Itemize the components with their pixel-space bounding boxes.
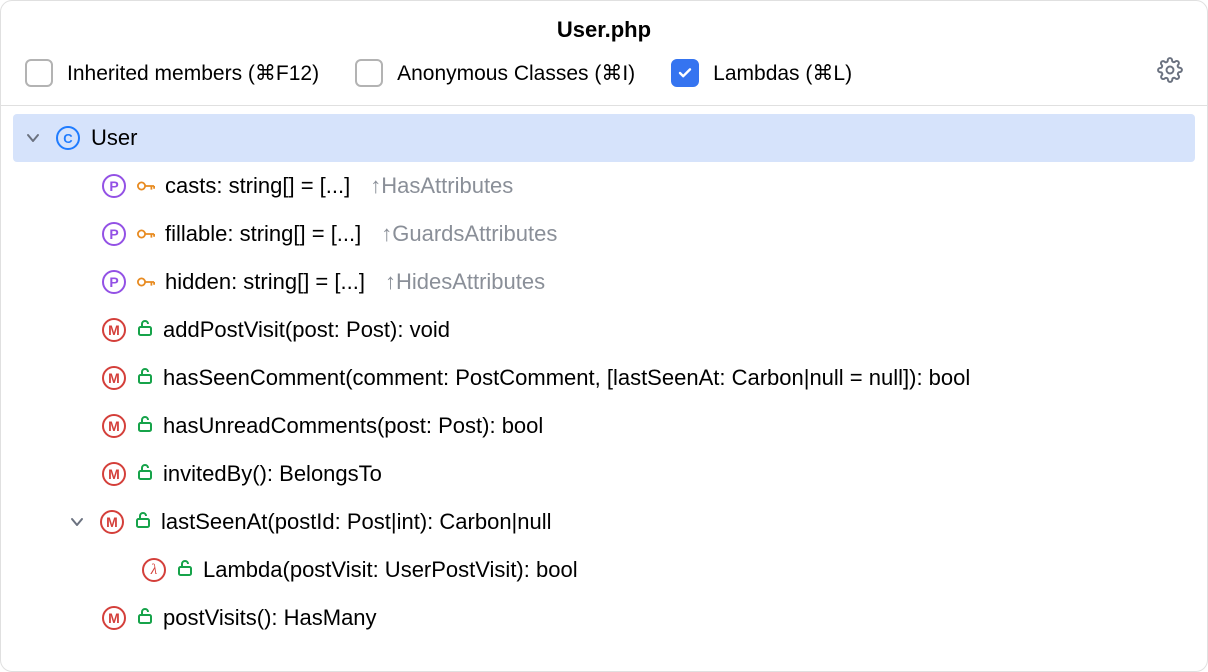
tree-node-method[interactable]: M hasUnreadComments(post: Post): bool [13, 402, 1195, 450]
key-icon [137, 275, 155, 289]
tree-node-method[interactable]: M addPostVisit(post: Post): void [13, 306, 1195, 354]
settings-button[interactable] [1157, 57, 1183, 89]
unlock-icon [137, 365, 153, 391]
tree-node-class[interactable]: C User [13, 114, 1195, 162]
tree-node-lambda[interactable]: λ Lambda(postVisit: UserPostVisit): bool [13, 546, 1195, 594]
method-icon: M [101, 317, 127, 343]
inherited-members-toggle[interactable]: Inherited members (⌘F12) [25, 59, 319, 87]
tree-node-property[interactable]: P casts: string[] = [...] ↑HasAttributes [13, 162, 1195, 210]
member-signature: fillable: string[] = [...] [165, 221, 361, 247]
tree-node-property[interactable]: P fillable: string[] = [...] ↑GuardsAttr… [13, 210, 1195, 258]
unlock-icon [135, 509, 151, 535]
lambdas-toggle[interactable]: Lambdas (⌘L) [671, 59, 852, 87]
window-title: User.php [1, 1, 1207, 57]
override-annotation: ↑HasAttributes [370, 173, 513, 199]
method-icon: M [99, 509, 125, 535]
tree-node-method[interactable]: M invitedBy(): BelongsTo [13, 450, 1195, 498]
tree-node-property[interactable]: P hidden: string[] = [...] ↑HidesAttribu… [13, 258, 1195, 306]
expand-caret[interactable] [65, 510, 89, 534]
method-icon: M [101, 461, 127, 487]
member-signature: invitedBy(): BelongsTo [163, 461, 382, 487]
member-signature: Lambda(postVisit: UserPostVisit): bool [203, 557, 578, 583]
tree-node-method[interactable]: M hasSeenComment(comment: PostComment, [… [13, 354, 1195, 402]
expand-caret[interactable] [21, 126, 45, 150]
key-icon [137, 179, 155, 193]
unlock-icon [137, 605, 153, 631]
anonymous-checkbox[interactable] [355, 59, 383, 87]
inherited-checkbox[interactable] [25, 59, 53, 87]
override-annotation: ↑HidesAttributes [385, 269, 545, 295]
lambdas-checkbox[interactable] [671, 59, 699, 87]
member-signature: hasSeenComment(comment: PostComment, [la… [163, 365, 970, 391]
unlock-icon [137, 413, 153, 439]
member-signature: hidden: string[] = [...] [165, 269, 365, 295]
method-icon: M [101, 413, 127, 439]
override-annotation: ↑GuardsAttributes [381, 221, 557, 247]
unlock-icon [137, 461, 153, 487]
class-icon: C [55, 125, 81, 151]
class-name: User [91, 125, 137, 151]
tree-node-method[interactable]: M postVisits(): HasMany [13, 594, 1195, 642]
tree-node-method[interactable]: M lastSeenAt(postId: Post|int): Carbon|n… [13, 498, 1195, 546]
property-icon: P [101, 269, 127, 295]
anonymous-label: Anonymous Classes (⌘I) [397, 61, 635, 86]
structure-tree: C User P casts: string[] = [...] ↑HasAtt… [1, 106, 1207, 642]
inherited-label: Inherited members (⌘F12) [67, 61, 319, 86]
member-signature: lastSeenAt(postId: Post|int): Carbon|nul… [161, 509, 552, 535]
property-icon: P [101, 221, 127, 247]
unlock-icon [137, 317, 153, 343]
key-icon [137, 227, 155, 241]
toolbar: Inherited members (⌘F12) Anonymous Class… [1, 57, 1207, 106]
member-signature: hasUnreadComments(post: Post): bool [163, 413, 543, 439]
anonymous-classes-toggle[interactable]: Anonymous Classes (⌘I) [355, 59, 635, 87]
member-signature: postVisits(): HasMany [163, 605, 377, 631]
lambdas-label: Lambdas (⌘L) [713, 61, 852, 86]
lambda-icon: λ [141, 557, 167, 583]
structure-popup: User.php Inherited members (⌘F12) Anonym… [0, 0, 1208, 672]
property-icon: P [101, 173, 127, 199]
method-icon: M [101, 365, 127, 391]
member-signature: casts: string[] = [...] [165, 173, 350, 199]
method-icon: M [101, 605, 127, 631]
member-signature: addPostVisit(post: Post): void [163, 317, 450, 343]
unlock-icon [177, 557, 193, 583]
